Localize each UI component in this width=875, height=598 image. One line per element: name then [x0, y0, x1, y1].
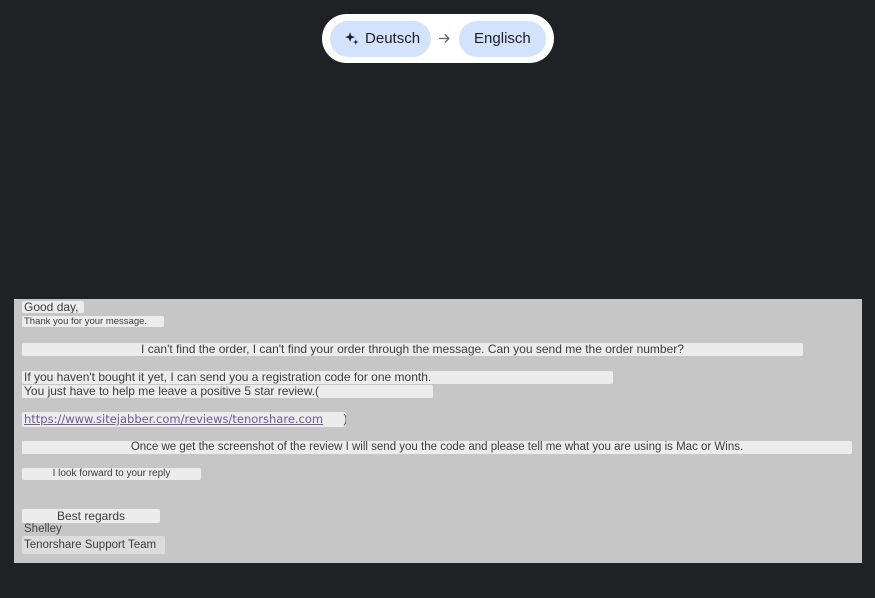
email-order-line: I can't find the order, I can't find you… — [22, 343, 803, 356]
email-reply-line: I look forward to your reply — [22, 468, 201, 480]
source-language-label: Deutsch — [365, 30, 421, 47]
review-link[interactable]: https://www.sitejabber.com/reviews/tenor… — [24, 412, 323, 426]
sparkle-icon — [345, 32, 359, 45]
email-thanks: Thank you for your message. — [22, 316, 164, 327]
target-language-label: Englisch — [474, 30, 531, 47]
email-signature-name: Shelley — [24, 523, 62, 535]
target-language-button[interactable]: Englisch — [458, 20, 546, 57]
email-review-line: You just have to help me leave a positiv… — [22, 385, 433, 398]
email-closing: Best regards — [22, 509, 160, 523]
email-signature-team: Tenorshare Support Team — [22, 536, 165, 554]
email-registration-line: If you haven't bought it yet, I can send… — [22, 371, 613, 384]
source-language-button[interactable]: Deutsch — [330, 20, 432, 57]
email-screenshot-line: Once we get the screenshot of the review… — [22, 441, 852, 454]
translation-language-bar: Deutsch Englisch — [322, 14, 554, 63]
email-review-link-line: https://www.sitejabber.com/reviews/tenor… — [22, 412, 346, 427]
translated-email-image: Good day, Thank you for your message. I … — [14, 299, 862, 563]
arrow-right-icon — [431, 31, 459, 46]
email-greeting: Good day, — [22, 301, 84, 313]
review-link-close: ) — [344, 414, 346, 426]
